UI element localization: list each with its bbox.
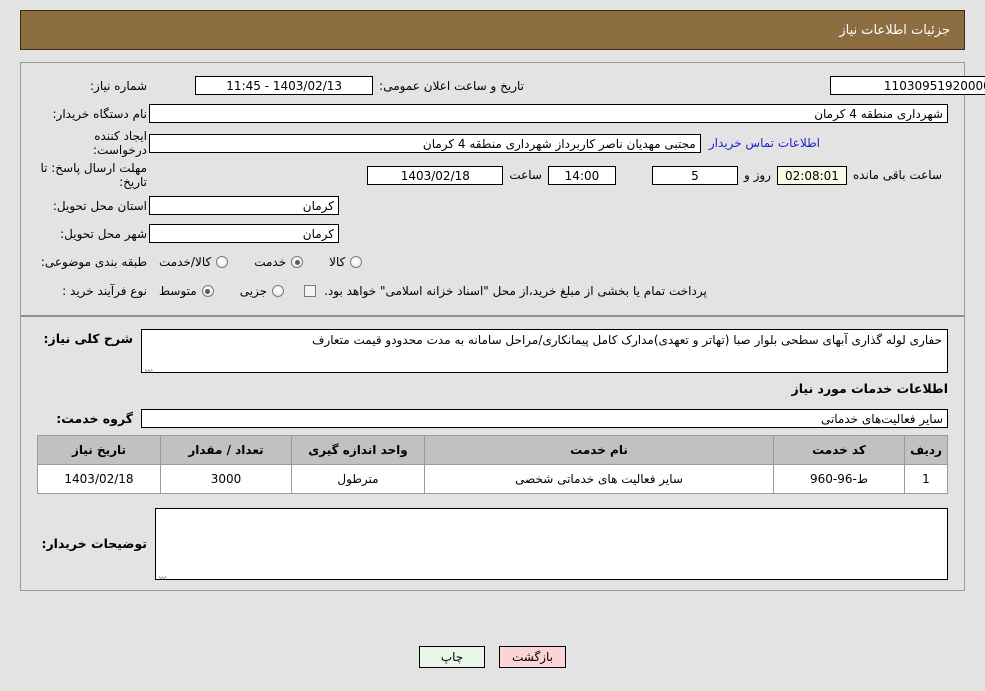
announce-datetime-field[interactable]: 1403/02/13 - 11:45 [195, 76, 374, 95]
back-button[interactable]: بازگشت [499, 646, 566, 668]
row-deadline: ساعت باقی مانده 02:08:01 روز و 5 14:00 س… [37, 160, 948, 190]
buyer-notes-label: توضیحات خریدار: [41, 536, 147, 551]
resize-grip-icon [158, 568, 168, 579]
province-label: استان محل تحویل: [52, 198, 147, 213]
details-panel: تاریخ و ساعت اعلان عمومی: 1403/02/13 - 1… [20, 62, 985, 591]
category-option-kala[interactable]: کالا [329, 255, 363, 269]
row-service-group: سایر فعالیت‌های خدماتی گروه خدمت: [37, 406, 948, 431]
radio-icon-jozei[interactable] [272, 285, 285, 297]
table-header-row: ردیف کد خدمت نام خدمت واحد اندازه گیری ت… [37, 435, 948, 465]
row-process: پرداخت تمام یا بخشی از مبلغ خرید،از محل … [37, 278, 948, 304]
process-option-motavaset[interactable]: متوسط [159, 284, 214, 298]
print-button[interactable]: چاپ [419, 646, 485, 668]
process-label: نوع فرآیند خرید : [62, 284, 147, 298]
radio-icon-kala-khedmat[interactable] [216, 256, 229, 268]
cell-service-code: ط-96-960 [773, 464, 905, 494]
category-option-kala-label: کالا [329, 255, 346, 269]
column-header-quantity: تعداد / مقدار [160, 435, 292, 465]
description-label: شرح کلی نیاز: [43, 331, 133, 346]
process-radio-group: جزیی متوسط [159, 284, 285, 298]
buyer-contact-link[interactable]: اطلاعات تماس خریدار [709, 136, 820, 150]
cell-need-date: 1403/02/18 [37, 464, 161, 494]
city-label: شهر محل تحویل: [60, 226, 147, 241]
cell-row-index: 1 [904, 464, 948, 494]
radio-icon-khedmat[interactable] [291, 256, 304, 268]
process-option-jozei[interactable]: جزیی [239, 284, 285, 298]
remaining-time-label: ساعت باقی مانده [852, 168, 942, 182]
service-group-label: گروه خدمت: [56, 411, 133, 426]
buyer-org-field[interactable]: شهرداری منطقه 4 کرمان [149, 104, 948, 123]
need-number-field[interactable]: 1103095192000004 [830, 76, 985, 95]
buyer-notes-textarea[interactable] [155, 508, 948, 580]
hour-label: ساعت [509, 168, 542, 182]
process-option-jozei-label: جزیی [239, 284, 268, 298]
treasury-checkbox[interactable] [304, 285, 317, 297]
services-section-title: اطلاعات خدمات مورد نیاز [791, 381, 949, 396]
days-remaining-field: 5 [651, 165, 738, 185]
description-text: حفاری لوله گذاری آبهای سطحی بلوار صبا (ت… [311, 333, 942, 347]
category-option-khedmat-label: خدمت [254, 255, 287, 269]
services-table: ردیف کد خدمت نام خدمت واحد اندازه گیری ت… [37, 435, 948, 494]
category-label: طبقه بندی موضوعی: [40, 255, 147, 269]
deadline-date-field[interactable]: 1403/02/18 [367, 165, 504, 185]
row-category: کالا خدمت کالا/خدمت طبقه بندی موضوعی: [37, 249, 948, 275]
requester-field[interactable]: مجتبی مهدیان ناصر کاربرداز شهرداری منطقه… [149, 133, 701, 153]
radio-icon-kala[interactable] [350, 256, 363, 268]
days-label: روز و [743, 168, 771, 182]
row-requester: اطلاعات تماس خریدار مجتبی مهدیان ناصر کا… [37, 129, 948, 157]
service-group-field[interactable]: سایر فعالیت‌های خدماتی [141, 409, 948, 428]
description-textarea[interactable]: حفاری لوله گذاری آبهای سطحی بلوار صبا (ت… [141, 329, 948, 373]
row-city: کرمان شهر محل تحویل: [37, 221, 948, 246]
treasury-note-text: پرداخت تمام یا بخشی از مبلغ خرید،از محل … [324, 284, 707, 298]
row-description: حفاری لوله گذاری آبهای سطحی بلوار صبا (ت… [37, 329, 948, 373]
cell-service-name: سایر فعالیت های خدماتی شخصی [424, 464, 774, 494]
need-number-label: شماره نیاز: [90, 78, 147, 93]
column-header-row-index: ردیف [904, 435, 948, 465]
deadline-time-field[interactable]: 14:00 [547, 165, 616, 185]
row-province: کرمان استان محل تحویل: [37, 193, 948, 218]
row-buyer-notes: توضیحات خریدار: [37, 508, 948, 580]
resize-grip-icon [144, 361, 154, 372]
deadline-label: مهلت ارسال پاسخ: تا تاریخ: [40, 161, 147, 189]
column-header-need-date: تاریخ نیاز [37, 435, 161, 465]
category-option-kala-khedmat[interactable]: کالا/خدمت [159, 255, 229, 269]
radio-icon-motavaset[interactable] [201, 285, 214, 297]
requester-label: ایجاد کننده درخواست: [93, 129, 147, 157]
services-section: حفاری لوله گذاری آبهای سطحی بلوار صبا (ت… [21, 317, 964, 590]
announce-datetime-label: تاریخ و ساعت اعلان عمومی: [379, 78, 524, 93]
column-header-service-code: کد خدمت [773, 435, 905, 465]
countdown-field: 02:08:01 [776, 165, 847, 185]
column-header-unit: واحد اندازه گیری [291, 435, 425, 465]
cell-unit: مترطول [291, 464, 425, 494]
category-option-kala-khedmat-label: کالا/خدمت [159, 255, 212, 269]
column-header-service-name: نام خدمت [424, 435, 774, 465]
cell-quantity: 3000 [160, 464, 292, 494]
buyer-org-label: نام دستگاه خریدار: [52, 106, 148, 121]
category-radio-group: کالا خدمت کالا/خدمت [159, 255, 363, 269]
page-title: جزئیات اطلاعات نیاز [839, 22, 950, 38]
process-option-motavaset-label: متوسط [159, 284, 197, 298]
row-buyer-org: شهرداری منطقه 4 کرمان نام دستگاه خریدار: [37, 101, 948, 126]
footer-actions: بازگشت چاپ [0, 646, 985, 668]
category-option-khedmat[interactable]: خدمت [254, 255, 304, 269]
page-header-bar: جزئیات اطلاعات نیاز [20, 10, 965, 50]
need-info-section: تاریخ و ساعت اعلان عمومی: 1403/02/13 - 1… [21, 63, 985, 317]
table-row: 1 ط-96-960 سایر فعالیت های خدماتی شخصی م… [37, 464, 948, 494]
row-need-number: تاریخ و ساعت اعلان عمومی: 1403/02/13 - 1… [37, 73, 985, 98]
city-field[interactable]: کرمان [149, 224, 339, 243]
province-field[interactable]: کرمان [149, 196, 339, 215]
